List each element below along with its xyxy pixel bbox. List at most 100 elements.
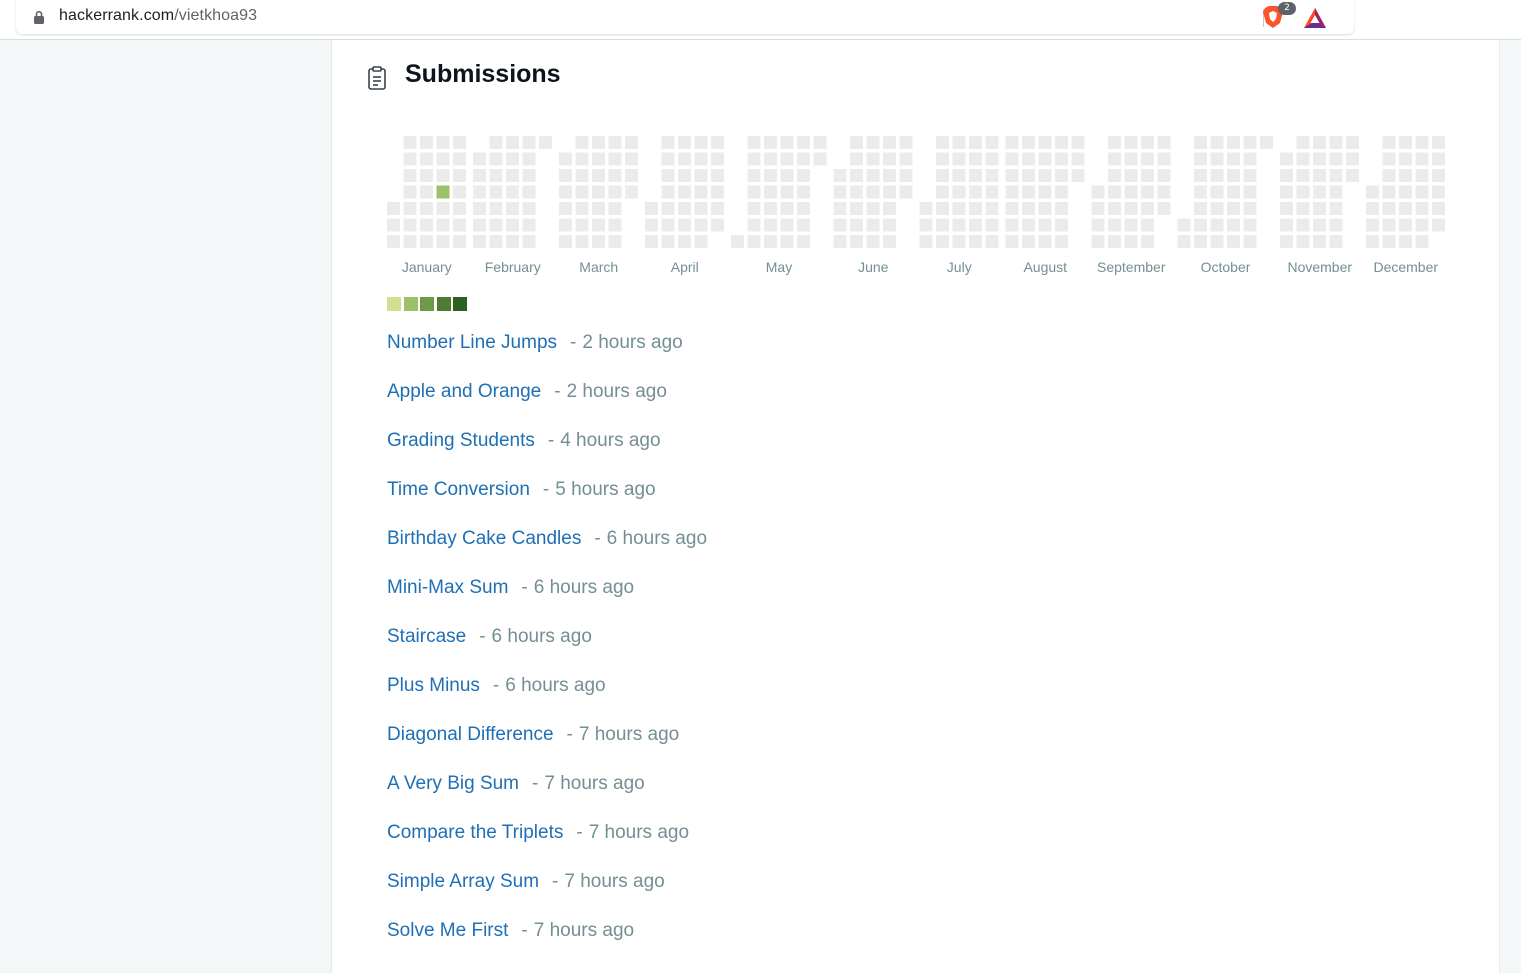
- heatmap-day-cell[interactable]: [850, 185, 863, 199]
- heatmap-day-cell[interactable]: [952, 169, 966, 182]
- heatmap-day-cell[interactable]: [592, 136, 605, 149]
- heatmap-day-cell[interactable]: [1055, 218, 1068, 232]
- heatmap-day-cell[interactable]: [1124, 169, 1138, 182]
- heatmap-day-cell[interactable]: [608, 136, 622, 149]
- submission-link[interactable]: Staircase: [387, 626, 466, 647]
- heatmap-day-cell[interactable]: [969, 185, 982, 199]
- heatmap-day-cell[interactable]: [575, 169, 589, 182]
- heatmap-day-cell[interactable]: [919, 218, 933, 232]
- heatmap-day-cell[interactable]: [936, 202, 949, 215]
- heatmap-day-cell[interactable]: [747, 169, 761, 182]
- heatmap-day-cell[interactable]: [850, 235, 863, 248]
- heatmap-day-cell[interactable]: [866, 169, 880, 182]
- lock-icon[interactable]: [33, 10, 45, 24]
- heatmap-day-cell[interactable]: [1329, 235, 1343, 248]
- heatmap-day-cell[interactable]: [985, 202, 999, 215]
- heatmap-day-cell[interactable]: [1194, 169, 1207, 182]
- heatmap-day-cell[interactable]: [1124, 185, 1138, 199]
- heatmap-day-cell[interactable]: [678, 202, 691, 215]
- heatmap-day-cell[interactable]: [952, 136, 966, 149]
- heatmap-day-cell[interactable]: [1108, 152, 1121, 166]
- heatmap-day-cell[interactable]: [403, 218, 417, 232]
- heatmap-day-cell[interactable]: [1227, 136, 1240, 149]
- heatmap-day-cell[interactable]: [1296, 152, 1310, 166]
- heatmap-day-cell[interactable]: [625, 185, 638, 199]
- heatmap-day-cell[interactable]: [952, 202, 966, 215]
- heatmap-day-cell[interactable]: [559, 185, 572, 199]
- heatmap-day-cell[interactable]: [694, 152, 708, 166]
- heatmap-day-cell[interactable]: [780, 235, 794, 248]
- heatmap-day-cell[interactable]: [1399, 169, 1412, 182]
- heatmap-day-cell[interactable]: [1108, 169, 1121, 182]
- heatmap-day-cell[interactable]: [1399, 185, 1412, 199]
- heatmap-day-cell[interactable]: [678, 218, 691, 232]
- heatmap-day-cell[interactable]: [1022, 152, 1035, 166]
- heatmap-day-cell[interactable]: [420, 185, 433, 199]
- heatmap-day-cell[interactable]: [1091, 235, 1105, 248]
- heatmap-day-cell[interactable]: [1194, 152, 1207, 166]
- heatmap-day-cell[interactable]: [797, 218, 810, 232]
- heatmap-day-cell[interactable]: [453, 218, 466, 232]
- heatmap-day-cell[interactable]: [1399, 218, 1412, 232]
- heatmap-day-cell[interactable]: [883, 202, 896, 215]
- heatmap-day-cell[interactable]: [866, 218, 880, 232]
- heatmap-day-cell[interactable]: [747, 235, 761, 248]
- heatmap-day-cell[interactable]: [1022, 185, 1035, 199]
- heatmap-day-cell[interactable]: [866, 202, 880, 215]
- heatmap-day-cell[interactable]: [1415, 218, 1429, 232]
- heatmap-day-cell[interactable]: [1022, 169, 1035, 182]
- heatmap-day-cell[interactable]: [1038, 218, 1052, 232]
- heatmap-day-cell[interactable]: [559, 218, 572, 232]
- heatmap-day-cell[interactable]: [866, 136, 880, 149]
- heatmap-day-cell[interactable]: [1157, 152, 1171, 166]
- heatmap-day-cell[interactable]: [985, 218, 999, 232]
- heatmap-day-cell[interactable]: [592, 169, 605, 182]
- heatmap-day-cell[interactable]: [1210, 152, 1224, 166]
- heatmap-day-cell[interactable]: [1227, 185, 1240, 199]
- heatmap-day-cell[interactable]: [559, 152, 572, 166]
- heatmap-day-cell[interactable]: [694, 185, 708, 199]
- heatmap-day-cell[interactable]: [506, 152, 519, 166]
- heatmap-day-cell[interactable]: [747, 202, 761, 215]
- heatmap-day-cell[interactable]: [1329, 136, 1343, 149]
- submission-link[interactable]: Number Line Jumps: [387, 332, 557, 353]
- heatmap-day-cell[interactable]: [1210, 185, 1224, 199]
- submission-link[interactable]: Grading Students: [387, 430, 535, 451]
- heatmap-day-cell[interactable]: [1091, 202, 1105, 215]
- heatmap-day-cell[interactable]: [1177, 218, 1191, 232]
- heatmap-day-cell[interactable]: [608, 218, 622, 232]
- heatmap-day-cell[interactable]: [1313, 169, 1326, 182]
- heatmap-day-cell[interactable]: [506, 235, 519, 248]
- heatmap-day-cell[interactable]: [1210, 202, 1224, 215]
- heatmap-day-cell[interactable]: [711, 185, 724, 199]
- heatmap-day-cell[interactable]: [969, 169, 982, 182]
- heatmap-day-cell[interactable]: [883, 136, 896, 149]
- submission-link[interactable]: Solve Me First: [387, 920, 508, 941]
- heatmap-day-cell[interactable]: [661, 185, 675, 199]
- heatmap-day-cell[interactable]: [731, 235, 744, 248]
- heatmap-day-cell[interactable]: [1022, 202, 1035, 215]
- heatmap-day-cell[interactable]: [866, 152, 880, 166]
- heatmap-day-cell[interactable]: [1399, 152, 1412, 166]
- heatmap-day-cell[interactable]: [559, 235, 572, 248]
- heatmap-day-cell[interactable]: [1366, 202, 1379, 215]
- heatmap-day-cell[interactable]: [403, 136, 417, 149]
- heatmap-day-cell[interactable]: [1243, 152, 1257, 166]
- heatmap-day-cell[interactable]: [1141, 152, 1154, 166]
- heatmap-day-cell[interactable]: [1313, 152, 1326, 166]
- heatmap-day-cell[interactable]: [1260, 136, 1273, 149]
- heatmap-day-cell[interactable]: [473, 218, 486, 232]
- heatmap-day-cell[interactable]: [711, 202, 724, 215]
- heatmap-day-cell[interactable]: [436, 169, 450, 182]
- heatmap-day-cell[interactable]: [1346, 136, 1359, 149]
- heatmap-day-cell[interactable]: [969, 202, 982, 215]
- heatmap-day-cell[interactable]: [780, 202, 794, 215]
- heatmap-day-cell[interactable]: [575, 136, 589, 149]
- heatmap-day-cell[interactable]: [678, 136, 691, 149]
- heatmap-day-cell[interactable]: [473, 202, 486, 215]
- heatmap-day-cell[interactable]: [936, 185, 949, 199]
- heatmap-day-cell[interactable]: [1038, 169, 1052, 182]
- heatmap-day-cell[interactable]: [1210, 218, 1224, 232]
- heatmap-day-cell[interactable]: [747, 152, 761, 166]
- heatmap-day-cell[interactable]: [1243, 235, 1257, 248]
